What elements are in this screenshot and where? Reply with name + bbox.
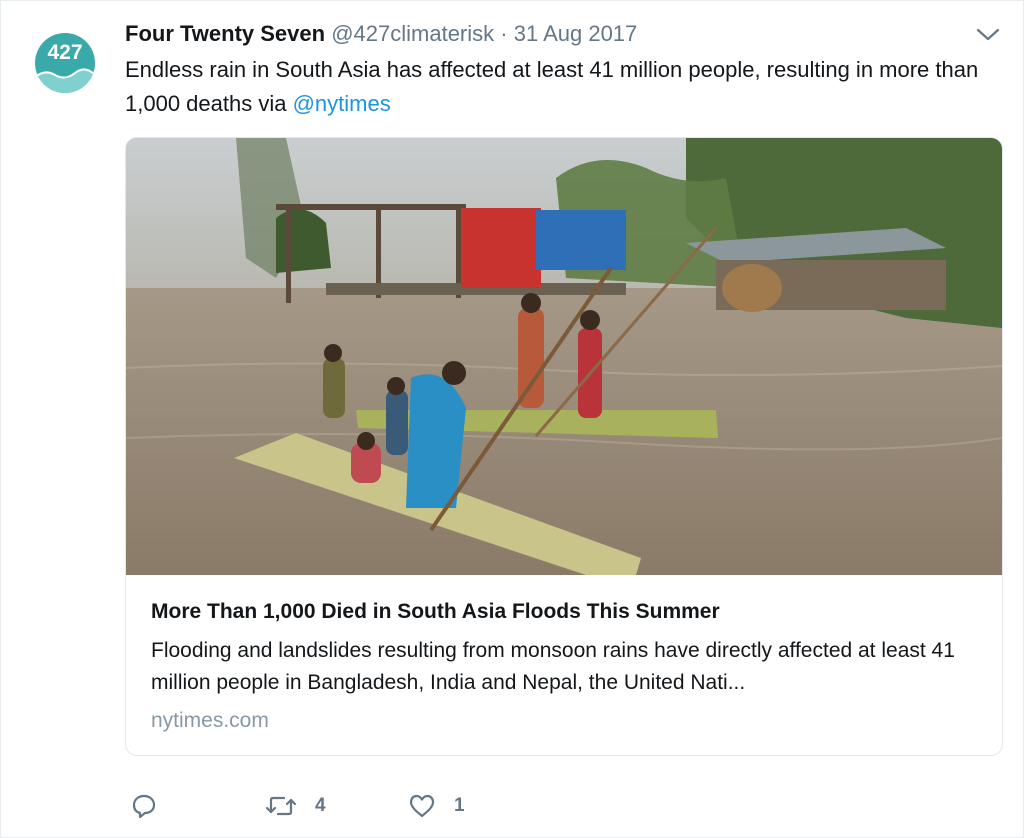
- retweet-button[interactable]: 4: [265, 789, 326, 823]
- retweet-icon: [265, 796, 297, 816]
- card-image[interactable]: [126, 138, 1002, 575]
- like-count: 1: [454, 795, 465, 816]
- tweet-body: Endless rain in South Asia has affected …: [125, 57, 979, 116]
- reply-icon: [132, 794, 156, 819]
- wave-icon: [35, 68, 95, 93]
- flood-photo: [126, 138, 1002, 575]
- tweet-header: Four Twenty Seven @427climaterisk · 31 A…: [125, 20, 637, 48]
- tweet-text: Endless rain in South Asia has affected …: [125, 53, 985, 121]
- chevron-down-icon[interactable]: [975, 23, 1001, 45]
- mention-link[interactable]: @nytimes: [293, 91, 391, 116]
- reply-button[interactable]: [131, 789, 157, 823]
- meta-separator: ·: [494, 21, 514, 46]
- like-button[interactable]: 1: [408, 789, 465, 823]
- avatar[interactable]: 427: [35, 33, 95, 93]
- display-name[interactable]: Four Twenty Seven: [125, 21, 325, 46]
- user-handle[interactable]: @427climaterisk: [331, 21, 494, 46]
- tweet-date[interactable]: 31 Aug 2017: [514, 21, 638, 46]
- tweet-actions: 4 1: [1, 781, 1023, 831]
- card-description: Flooding and landslides resulting from m…: [151, 639, 955, 694]
- card-domain[interactable]: nytimes.com: [151, 707, 269, 735]
- heart-icon: [409, 794, 435, 818]
- avatar-label: 427: [47, 41, 83, 64]
- retweet-count: 4: [315, 795, 326, 816]
- card-title[interactable]: More Than 1,000 Died in South Asia Flood…: [151, 598, 981, 626]
- link-card[interactable]: More Than 1,000 Died in South Asia Flood…: [125, 137, 1003, 756]
- tweet[interactable]: 427 Four Twenty Seven @427climaterisk · …: [0, 0, 1024, 838]
